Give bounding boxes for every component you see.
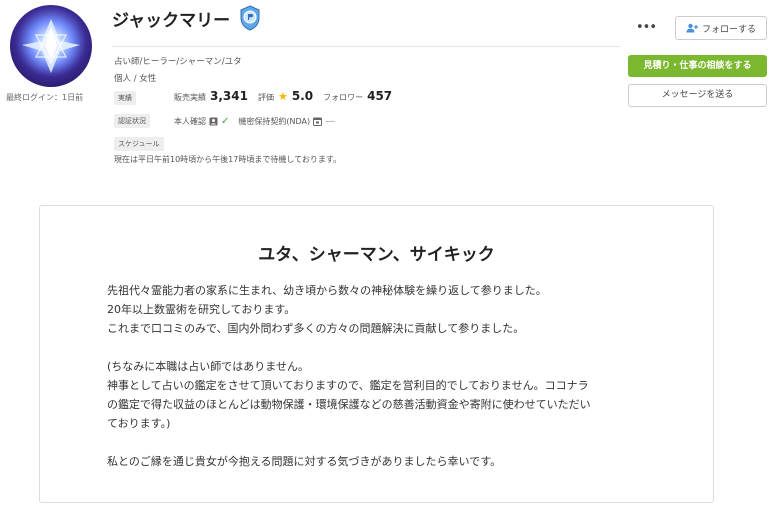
star-icon: ★ <box>277 90 288 103</box>
intro-line: の鑑定で得た収益のほとんどは動物保護・環境保護などの慈善活動資金や寄附に使わせて… <box>107 398 591 411</box>
rating-label: 評価 <box>257 93 274 102</box>
id-card-icon <box>209 117 218 125</box>
more-options-button[interactable]: ••• <box>636 18 657 38</box>
intro-body: 先祖代々霊能力者の家系に生まれ、幼き頃から数々の神秘体験を繰り返して参りました。… <box>107 281 667 471</box>
identity-label: 本人確認 <box>174 116 206 126</box>
profile-page: 最終ログイン：1日前 ジャックマリー ••• フォローする 占い師/ヒーラー/シ… <box>0 0 772 509</box>
category-links[interactable]: 占い師/ヒーラー/シャーマン/ユタ <box>114 55 242 67</box>
avatar[interactable] <box>10 5 92 87</box>
rank-badge-icon[interactable] <box>238 5 262 31</box>
profile-type-gender: 個人 / 女性 <box>114 74 157 84</box>
follow-label: フォローする <box>701 24 756 35</box>
follow-button[interactable]: フォローする <box>675 16 767 40</box>
schedule-text: 現在は平日午前10時頃から午後17時頃まで待機しております。 <box>114 155 342 164</box>
sales-value: 3,341 <box>210 89 248 103</box>
check-icon: ✓ <box>221 115 230 127</box>
intro-line: 私とのご縁を通じ貴女が今抱える問題に対する気づきがありましたら幸いです。 <box>107 455 502 468</box>
sales-label: 販売実績 <box>174 93 206 102</box>
intro-gap <box>107 338 667 357</box>
avatar-star-image <box>21 15 81 75</box>
last-login-text: 最終ログイン：1日前 <box>6 93 84 102</box>
nda-label: 機密保持契約(NDA) <box>238 116 311 126</box>
verification-row: 本人確認 ✓ 機密保持契約(NDA) — <box>174 114 335 128</box>
send-message-button[interactable]: メッセージを送る <box>628 84 767 107</box>
intro-line: (ちなみに本職は占い師ではありません。 <box>107 360 309 373</box>
header-divider <box>112 46 620 47</box>
nda-status: — <box>325 115 336 127</box>
verification-tag: 認証状況 <box>114 114 150 128</box>
stats-row: 販売実績 3,341 評価 ★ 5.0 フォロワー 457 <box>174 89 398 107</box>
intro-line: ております。) <box>107 417 171 430</box>
user-name: ジャックマリー <box>112 11 231 31</box>
followers-label: フォロワー <box>323 93 364 102</box>
intro-title: ユタ、シャーマン、サイキック <box>258 245 495 265</box>
intro-gap <box>107 433 667 452</box>
person-add-icon <box>686 23 698 33</box>
document-icon <box>313 117 323 126</box>
intro-line: 20年以上数霊術を研究しております。 <box>107 303 296 316</box>
intro-line: これまで口コミのみで、国内外問わず多くの方々の問題解決に貢献して参りました。 <box>107 322 525 335</box>
followers-value[interactable]: 457 <box>367 89 392 103</box>
schedule-tag: スケジュール <box>114 137 164 151</box>
intro-card: ユタ、シャーマン、サイキック 先祖代々霊能力者の家系に生まれ、幼き頃から数々の神… <box>39 205 714 503</box>
stats-tag: 実績 <box>114 91 136 105</box>
consult-button[interactable]: 見積り・仕事の相談をする <box>628 55 767 77</box>
intro-line: 神事として占いの鑑定をさせて頂いておりますので、鑑定を営利目的でしておりません。… <box>107 379 589 392</box>
intro-line: 先祖代々霊能力者の家系に生まれ、幼き頃から数々の神秘体験を繰り返して参りました。 <box>107 284 547 297</box>
rating-value[interactable]: 5.0 <box>292 89 313 103</box>
